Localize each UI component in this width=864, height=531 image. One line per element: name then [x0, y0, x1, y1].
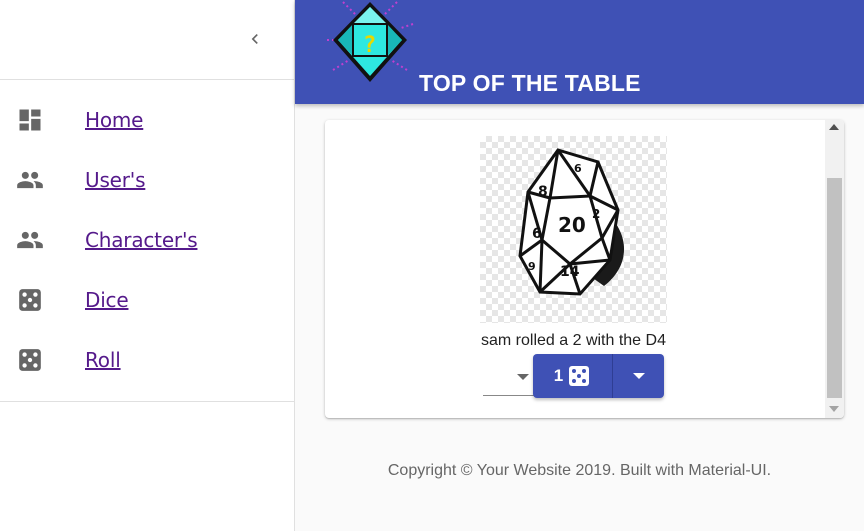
svg-text:6: 6: [532, 226, 542, 242]
nav-link-home[interactable]: Home: [85, 108, 143, 132]
navigation-drawer: Home User's Character's Dice Roll: [0, 0, 295, 531]
dice-five-icon: [15, 285, 45, 315]
svg-text:?: ?: [363, 33, 376, 58]
people-icon: [15, 165, 45, 195]
app-bar: ? TOP OF THE TABLE: [295, 0, 864, 104]
nav-item-users[interactable]: User's: [0, 150, 294, 210]
nav-link-dice[interactable]: Dice: [85, 288, 129, 312]
d20-dice-image: 20 8 6 14 2 6 9: [480, 136, 667, 323]
people-icon: [15, 225, 45, 255]
svg-text:20: 20: [558, 213, 586, 237]
chevron-left-icon: [251, 34, 258, 44]
roll-result-text: sam rolled a 2 with the D4: [481, 332, 666, 349]
dice-five-icon: [569, 366, 590, 386]
app-title: TOP OF THE TABLE: [419, 70, 641, 96]
scroll-up-arrow-icon[interactable]: [829, 124, 839, 130]
nav-item-home[interactable]: Home: [0, 90, 294, 150]
roll-count: 1: [553, 366, 564, 385]
nav-link-roll[interactable]: Roll: [85, 348, 121, 372]
arrow-drop-down-icon: [517, 374, 529, 380]
svg-text:6: 6: [574, 162, 582, 175]
roll-card: 20 8 6 14 2 6 9 sam rolled a 2 with the …: [325, 120, 844, 418]
card-scrollbar[interactable]: [825, 120, 844, 418]
nav-item-dice[interactable]: Dice: [0, 270, 294, 330]
roll-button[interactable]: 1: [533, 354, 613, 398]
svg-text:8: 8: [538, 184, 548, 200]
dice-five-icon: [15, 345, 45, 375]
footer-copyright: Copyright © Your Website 2019. Built wit…: [387, 462, 772, 479]
collapse-drawer-button[interactable]: [240, 24, 270, 54]
die-type-select[interactable]: [483, 360, 535, 396]
drawer-header: [0, 0, 294, 80]
scroll-thumb[interactable]: [827, 178, 842, 398]
nav-link-characters[interactable]: Character's: [85, 228, 198, 252]
svg-text:2: 2: [592, 207, 600, 221]
roll-options-dropdown-button[interactable]: [613, 354, 664, 398]
svg-text:9: 9: [528, 260, 536, 273]
roll-button-group: 1: [533, 354, 664, 398]
dashboard-icon: [15, 105, 45, 135]
nav-link-users[interactable]: User's: [85, 168, 146, 192]
scroll-down-arrow-icon[interactable]: [829, 406, 839, 412]
d20-pixel-logo-icon: ?: [327, 1, 414, 82]
nav-item-characters[interactable]: Character's: [0, 210, 294, 270]
svg-text:14: 14: [560, 264, 580, 280]
nav-list: Home User's Character's Dice Roll: [0, 80, 294, 402]
arrow-drop-down-icon: [632, 373, 645, 379]
nav-item-roll[interactable]: Roll: [0, 330, 294, 390]
